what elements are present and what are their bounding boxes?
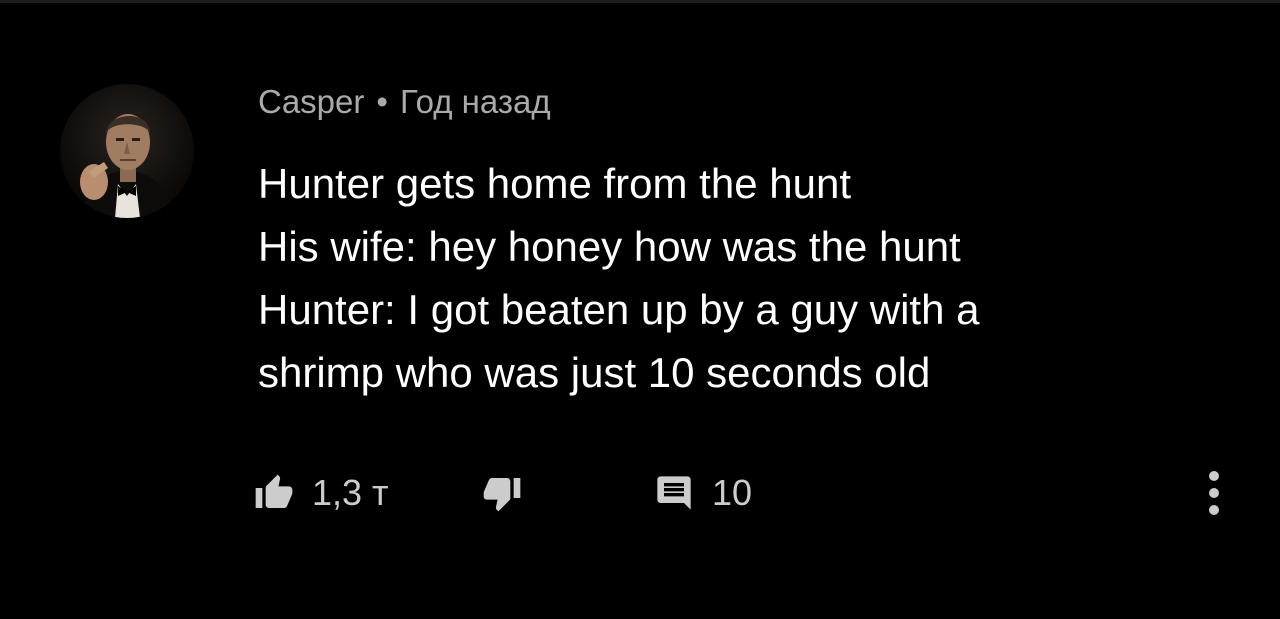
thumbs-down-icon xyxy=(483,478,521,512)
top-divider xyxy=(0,0,1280,3)
more-vertical-icon xyxy=(1209,471,1219,515)
comment-line: Hunter gets home from the hunt xyxy=(258,160,851,207)
like-button[interactable]: 1,3 т xyxy=(254,465,389,521)
like-count: 1,3 т xyxy=(312,472,389,513)
author-name[interactable]: Casper xyxy=(258,83,364,120)
reply-button[interactable]: 10 xyxy=(654,465,752,521)
comment-line: His wife: hey honey how was the hunt xyxy=(258,223,961,270)
avatar[interactable] xyxy=(60,84,194,218)
timestamp: Год назад xyxy=(399,83,551,120)
comment-actions: 1,3 т 10 xyxy=(254,465,1254,521)
comment-text: Hunter gets home from the hunt His wife:… xyxy=(258,152,1218,404)
meta-separator: • xyxy=(376,83,388,120)
thumbs-up-icon xyxy=(255,474,293,508)
comment-meta: Casper • Год назад xyxy=(258,80,551,124)
comment-icon xyxy=(657,476,691,510)
reply-count: 10 xyxy=(712,472,753,513)
more-options-button[interactable] xyxy=(1196,466,1232,522)
comment-line: Hunter: I got beaten up by a guy with a xyxy=(258,286,980,333)
dislike-button[interactable] xyxy=(482,465,522,521)
avatar-image xyxy=(80,114,174,218)
comment-line: shrimp who was just 10 seconds old xyxy=(258,349,931,396)
